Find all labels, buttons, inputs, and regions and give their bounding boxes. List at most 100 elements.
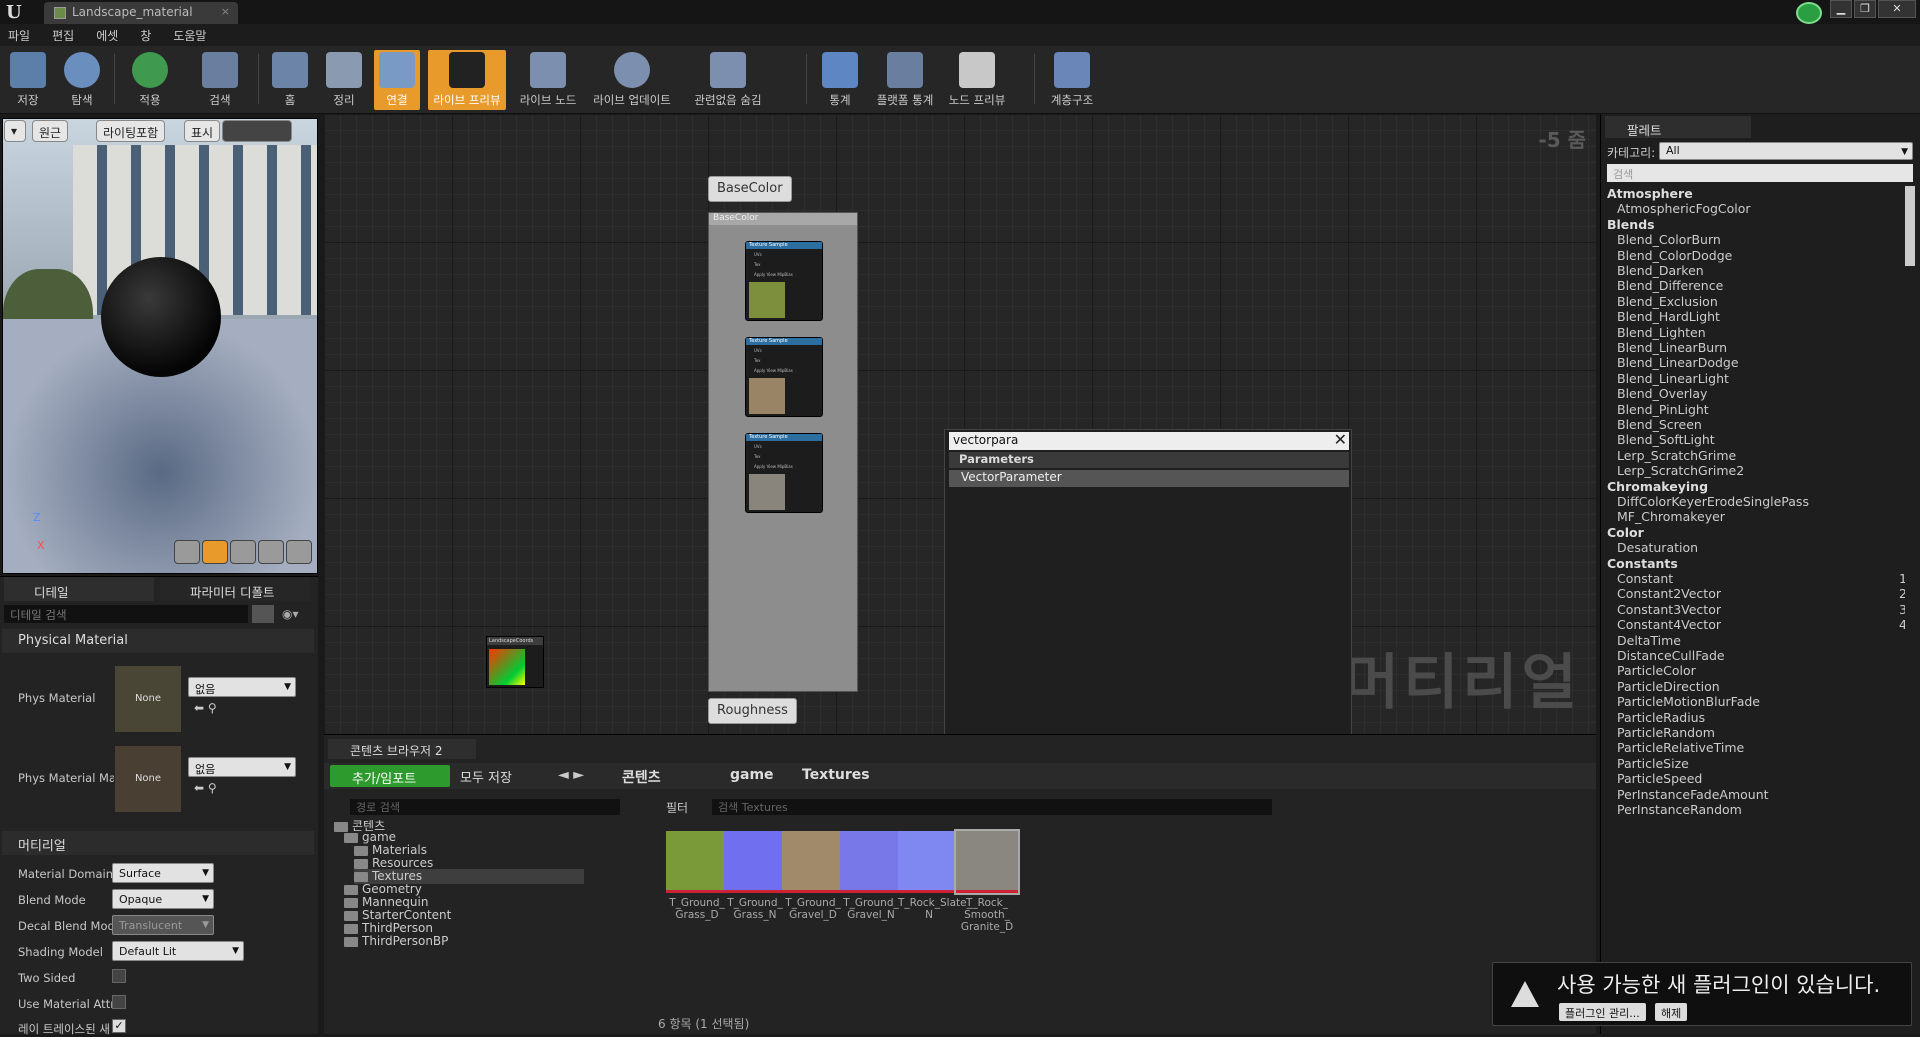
ray-traced-checkbox[interactable]: ✓ (112, 1019, 126, 1033)
palette-item[interactable]: ParticleSpeed (1617, 771, 1905, 786)
menu-help[interactable]: 도움말 (173, 27, 206, 43)
phys-material-map-dropdown[interactable]: 없음 ▼ (188, 757, 296, 777)
palette-item[interactable]: Blend_Lighten (1617, 325, 1905, 340)
texture-sample-node[interactable]: Texture Sample UVs Tex Apply View MipBias (745, 241, 823, 321)
two-sided-checkbox[interactable] (112, 969, 126, 983)
palette-item[interactable]: Blend_ColorDodge (1617, 248, 1905, 263)
search-result-vectorparameter[interactable]: VectorParameter (949, 470, 1349, 487)
source-control-icon[interactable] (1796, 2, 1822, 24)
palette-item[interactable]: Lerp_ScratchGrime2 (1617, 463, 1905, 478)
clear-search-icon[interactable]: ✕ (1334, 430, 1347, 449)
palette-item[interactable]: DiffColorKeyerErodeSinglePass (1617, 494, 1905, 509)
palette-item[interactable]: Constant3Vector 3 (1617, 602, 1905, 617)
manage-plugins-button[interactable]: 플러그인 관리... (1559, 1003, 1646, 1021)
palette-item[interactable]: Blend_LinearLight (1617, 371, 1905, 386)
palette-category-chromakeying[interactable]: Chromakeying (1607, 479, 1708, 494)
save-all-button[interactable]: 모두 저장 (460, 767, 512, 786)
palette-category-color[interactable]: Color (1607, 525, 1644, 540)
clean-up-button[interactable]: 정리 (322, 50, 366, 110)
asset-search-input[interactable]: 검색 Textures (712, 799, 1272, 815)
menu-asset[interactable]: 에셋 (96, 27, 118, 43)
cylinder-icon[interactable] (174, 540, 200, 564)
tab-close-icon[interactable]: × (221, 5, 230, 18)
tab-parameter-defaults[interactable]: 파라미터 디폴트 (160, 577, 310, 601)
live-update-button[interactable]: 라이브 업데이트 (590, 50, 674, 110)
palette-item[interactable]: ParticleRelativeTime (1617, 740, 1905, 755)
palette-item[interactable]: Blend_Screen (1617, 417, 1905, 432)
palette-search-input[interactable]: 검색 (1607, 164, 1913, 182)
palette-item[interactable]: Blend_Overlay (1617, 386, 1905, 401)
tab-palette[interactable]: 팔레트 (1605, 116, 1751, 138)
palette-item[interactable]: Blend_PinLight (1617, 402, 1905, 417)
add-import-button[interactable]: 추가/임포트 (330, 765, 450, 787)
platform-stats-button[interactable]: 플랫폼 통계 (870, 50, 940, 110)
palette-item[interactable]: ParticleRadius (1617, 710, 1905, 725)
palette-category-atmosphere[interactable]: Atmosphere (1607, 186, 1693, 201)
plane-icon[interactable] (230, 540, 256, 564)
history-arrows-icon[interactable]: ◄ ► (558, 767, 584, 783)
palette-item[interactable]: DeltaTime (1617, 633, 1905, 648)
filter-button[interactable]: 필터 (666, 799, 688, 816)
stats-button[interactable]: 통계 (818, 50, 862, 110)
material-preview-viewport[interactable]: Z X (2, 118, 318, 574)
texture-sample-node[interactable]: Texture Sample UVs Tex Apply View MipBias (745, 337, 823, 417)
maximize-button[interactable]: ❐ (1854, 0, 1876, 18)
breadcrumb-game[interactable]: game (730, 767, 774, 783)
node-preview-button[interactable]: 노드 프리뷰 (946, 50, 1008, 110)
tab-content-browser[interactable]: 콘텐츠 브라우저 2 (328, 739, 476, 759)
palette-item[interactable]: PerInstanceFadeAmount (1617, 787, 1905, 802)
search-category-parameters[interactable]: Parameters (949, 452, 1349, 468)
node-search-input[interactable]: vectorpara (949, 432, 1349, 450)
perspective-button[interactable]: 원근 (32, 120, 69, 142)
palette-item[interactable]: ParticleMotionBlurFade (1617, 694, 1905, 709)
tree-folder-thirdpersonbp[interactable]: ThirdPersonBP (344, 934, 584, 949)
live-preview-button[interactable]: 라이브 프리뷰 (428, 50, 506, 110)
use-material-attributes-checkbox[interactable] (112, 995, 126, 1009)
asset-tile[interactable]: T_Ground_ Grass_N (724, 831, 786, 927)
palette-item[interactable]: Constant4Vector 4 (1617, 617, 1905, 632)
menu-window[interactable]: 창 (140, 27, 151, 43)
asset-tile[interactable]: T_Ground_ Grass_D (666, 831, 728, 927)
find-button[interactable]: 검색 (198, 50, 242, 110)
palette-item[interactable]: ParticleDirection (1617, 679, 1905, 694)
palette-item[interactable]: Constant2Vector 2 (1617, 586, 1905, 601)
details-search-input[interactable]: 디테일 검색 (4, 605, 248, 623)
save-button[interactable]: 저장 (8, 50, 48, 110)
apply-button[interactable]: 적용 (128, 50, 172, 110)
palette-item[interactable]: DistanceCullFade (1617, 648, 1905, 663)
browse-button[interactable]: 탐색 (60, 50, 104, 110)
view-options-icon[interactable] (252, 605, 274, 623)
category-dropdown[interactable]: All ▼ (1659, 142, 1913, 160)
minimize-button[interactable]: ▁ (1830, 0, 1852, 18)
palette-item[interactable]: ParticleRandom (1617, 725, 1905, 740)
phys-material-map-thumbnail[interactable]: None (114, 745, 182, 813)
palette-item[interactable]: ParticleSize (1617, 756, 1905, 771)
asset-tile[interactable]: T_Ground_ Gravel_N (840, 831, 902, 927)
palette-item[interactable]: Desaturation (1617, 540, 1905, 555)
show-button[interactable]: 표시 (184, 120, 221, 142)
cube-icon[interactable] (258, 540, 284, 564)
palette-item[interactable]: PerInstanceRandom (1617, 802, 1905, 817)
palette-item[interactable]: ParticleColor (1617, 663, 1905, 678)
blend-mode-dropdown[interactable]: Opaque ▼ (112, 889, 214, 909)
use-selected-icon[interactable]: ⬅ ⚲ (194, 701, 217, 715)
palette-item[interactable]: Blend_ColorBurn (1617, 232, 1905, 247)
use-selected-icon[interactable]: ⬅ ⚲ (194, 781, 217, 795)
teapot-icon[interactable] (286, 540, 312, 564)
asset-tile[interactable]: T_Ground_ Gravel_D (782, 831, 844, 927)
palette-item[interactable]: Blend_Difference (1617, 278, 1905, 293)
asset-tile[interactable]: T_Rock_ Smooth_ Granite_D (954, 829, 1020, 933)
material-domain-dropdown[interactable]: Surface ▼ (112, 863, 214, 883)
tab-details[interactable]: 디테일 (4, 577, 154, 601)
phys-material-dropdown[interactable]: 없음 ▼ (188, 677, 296, 697)
palette-scrollbar[interactable] (1905, 186, 1915, 266)
eye-icon[interactable]: ◉▾ (282, 607, 299, 621)
palette-item[interactable]: MF_Chromakeyer (1617, 509, 1905, 524)
menu-edit[interactable]: 편집 (52, 27, 74, 43)
palette-item[interactable]: Blend_Darken (1617, 263, 1905, 278)
palette-item[interactable]: Lerp_ScratchGrime (1617, 448, 1905, 463)
connectors-button[interactable]: 연결 (374, 50, 420, 110)
breadcrumb-textures[interactable]: Textures (802, 767, 870, 783)
palette-item[interactable]: Blend_LinearBurn (1617, 340, 1905, 355)
asset-tile[interactable]: T_Rock_Slate_ N (898, 831, 972, 927)
